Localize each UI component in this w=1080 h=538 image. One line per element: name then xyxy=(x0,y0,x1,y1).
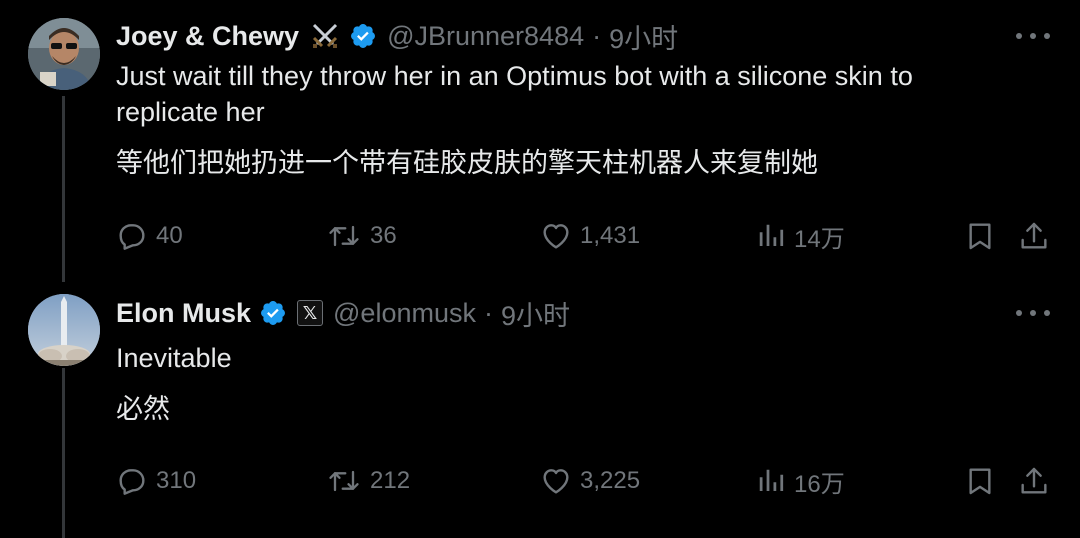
reply-icon xyxy=(119,224,145,250)
separator-dot: · xyxy=(592,20,602,51)
reply-icon xyxy=(119,469,145,495)
repost-icon xyxy=(329,470,359,492)
like-button[interactable]: 3,225 xyxy=(540,461,640,501)
tweet-text: Inevitable xyxy=(116,343,232,373)
reply-button[interactable]: 40 xyxy=(116,216,183,256)
more-icon[interactable] xyxy=(1016,298,1050,328)
like-icon xyxy=(543,224,569,249)
views-icon xyxy=(759,224,784,246)
verified-badge-icon[interactable] xyxy=(349,22,377,50)
like-count: 1,431 xyxy=(580,222,641,249)
repost-count: 36 xyxy=(370,222,397,249)
repost-count: 212 xyxy=(370,467,411,494)
avatar[interactable] xyxy=(28,18,100,90)
repost-button[interactable]: 36 xyxy=(326,216,397,256)
views-button[interactable]: 14万 xyxy=(756,216,845,256)
reply-count: 310 xyxy=(156,467,197,494)
views-count: 14万 xyxy=(794,225,845,253)
reply-count: 40 xyxy=(156,222,183,249)
tweet-text: Just wait till they throw her in an Opti… xyxy=(116,61,913,127)
tweet-header: Elon Musk 𝕏 @elonmusk · 9小时 xyxy=(116,293,570,333)
repost-icon xyxy=(329,225,359,247)
display-name[interactable]: Joey & Chewy xyxy=(116,21,299,52)
crossed-swords-icon xyxy=(309,20,341,52)
views-button[interactable]: 16万 xyxy=(756,461,845,501)
share-icon xyxy=(1021,467,1047,494)
more-icon[interactable] xyxy=(1016,21,1050,51)
tweet-translation: 等他们把她扔进一个带有硅胶皮肤的擎天柱机器人来复制她 xyxy=(116,148,818,178)
repost-button[interactable]: 212 xyxy=(326,461,410,501)
handle[interactable]: @JBrunner8484 xyxy=(387,21,584,52)
bookmark-icon xyxy=(969,223,991,250)
like-button[interactable]: 1,431 xyxy=(540,216,640,256)
timestamp[interactable]: 9小时 xyxy=(609,17,678,56)
share-button[interactable] xyxy=(1018,216,1050,256)
action-bar: 40 36 1,431 14万 xyxy=(116,216,1056,256)
avatar[interactable] xyxy=(28,294,100,366)
like-count: 3,225 xyxy=(580,467,641,494)
verified-badge-icon[interactable] xyxy=(259,299,287,327)
display-name[interactable]: Elon Musk xyxy=(116,298,251,329)
x-affiliate-icon[interactable]: 𝕏 xyxy=(297,300,324,326)
like-icon xyxy=(543,469,569,494)
timestamp[interactable]: 9小时 xyxy=(501,294,570,333)
thread-connector-line xyxy=(62,368,65,538)
action-bar: 310 212 3,225 16万 xyxy=(116,461,1056,501)
bookmark-button[interactable] xyxy=(964,216,996,256)
tweet-elon-musk[interactable]: Elon Musk 𝕏 @elonmusk · 9小时 Inevitable 必… xyxy=(0,288,1080,538)
bookmark-button[interactable] xyxy=(964,461,996,501)
reply-button[interactable]: 310 xyxy=(116,461,196,501)
tweet-joey-chewy[interactable]: Joey & Chewy @JBrunner8484 · 9小时 Just wa… xyxy=(0,0,1080,288)
views-count: 16万 xyxy=(794,470,845,498)
tweet-translation: 必然 xyxy=(116,394,170,424)
tweet-header: Joey & Chewy @JBrunner8484 · 9小时 xyxy=(116,16,678,56)
separator-dot: · xyxy=(483,297,493,328)
share-button[interactable] xyxy=(1018,461,1050,501)
views-icon xyxy=(759,469,784,491)
share-icon xyxy=(1021,222,1047,249)
handle[interactable]: @elonmusk xyxy=(333,298,476,329)
thread-connector-line xyxy=(62,96,65,282)
bookmark-icon xyxy=(969,468,991,495)
